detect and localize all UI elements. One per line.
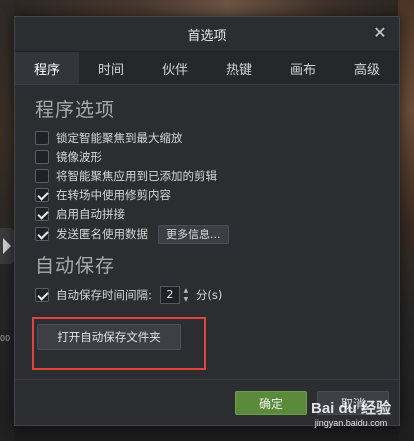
- program-options-heading: 程序选项: [35, 99, 116, 121]
- checkbox-apply-smart-focus[interactable]: [35, 168, 49, 183]
- tab-program[interactable]: 程序: [15, 52, 79, 84]
- background-video-frame-left: [0, 0, 14, 441]
- option-send-anonymous-data: 发送匿名使用数据 更多信息...: [35, 223, 379, 245]
- background-video-frame-right: [398, 0, 414, 441]
- autosave-heading: 自动保存: [35, 255, 116, 277]
- option-mirror-waveform: 镜像波形: [35, 147, 379, 166]
- watermark-logo: Bai du 经验: [310, 400, 391, 417]
- background-play-icon: [0, 228, 14, 264]
- option-autosave-interval: 自动保存时间间隔: 2 ▲ ▼ 分(s): [35, 284, 379, 306]
- option-auto-stitch: 启用自动拼接: [35, 204, 379, 223]
- tab-hotkeys[interactable]: 热键: [207, 52, 271, 84]
- stepper-down-icon[interactable]: ▼: [181, 295, 191, 304]
- option-label: 在转场中使用修剪内容: [56, 187, 171, 202]
- autosave-interval-input[interactable]: 2: [159, 286, 180, 304]
- option-label: 启用自动拼接: [56, 206, 125, 221]
- background-video-frame-top: [0, 0, 414, 16]
- tab-time[interactable]: 时间: [79, 52, 143, 84]
- autosave-interval-stepper: 2 ▲ ▼: [159, 286, 191, 304]
- close-icon[interactable]: ✕: [371, 24, 389, 42]
- tab-bar: 程序 时间 伙伴 热键 画布 高级: [15, 51, 399, 85]
- tab-partner[interactable]: 伙伴: [143, 52, 207, 84]
- checkbox-lock-smart-focus[interactable]: [35, 130, 49, 145]
- checkbox-auto-stitch[interactable]: [35, 206, 49, 221]
- dialog-titlebar: 首选项 ✕: [15, 17, 399, 51]
- option-label: 发送匿名使用数据: [56, 227, 148, 241]
- stepper-up-icon[interactable]: ▲: [181, 286, 191, 295]
- dialog-title: 首选项: [187, 29, 227, 44]
- watermark-url: jingyan.baidu.com: [314, 418, 388, 428]
- background-timeline-time: 00: [0, 334, 11, 343]
- tab-advanced[interactable]: 高级: [335, 52, 399, 84]
- checkbox-autosave-interval[interactable]: [35, 288, 49, 302]
- checkbox-trim-in-transitions[interactable]: [35, 187, 49, 202]
- option-trim-in-transitions: 在转场中使用修剪内容: [35, 185, 379, 204]
- baidu-watermark: Bai du 经验 jingyan.baidu.com: [292, 397, 410, 437]
- option-label: 锁定智能聚焦到最大缩放: [56, 130, 183, 145]
- option-label: 镜像波形: [56, 149, 102, 164]
- program-tab-content: 程序选项 锁定智能聚焦到最大缩放 镜像波形 将智能聚焦应用到已添加的剪辑 在转场…: [15, 85, 399, 306]
- preferences-dialog: 首选项 ✕ 程序 时间 伙伴 热键 画布 高级 程序选项 锁定智能聚焦到最大缩放…: [14, 16, 400, 426]
- tab-canvas[interactable]: 画布: [271, 52, 335, 84]
- stepper-arrows: ▲ ▼: [181, 286, 191, 304]
- more-info-button[interactable]: 更多信息...: [158, 224, 229, 244]
- autosave-interval-unit: 分(s): [195, 288, 223, 302]
- checkbox-mirror-waveform[interactable]: [35, 149, 49, 164]
- checkbox-send-anonymous-data[interactable]: [35, 227, 49, 241]
- autosave-interval-label: 自动保存时间间隔:: [56, 288, 152, 302]
- option-apply-smart-focus: 将智能聚焦应用到已添加的剪辑: [35, 166, 379, 185]
- footer-divider: [15, 379, 399, 380]
- open-autosave-folder-button[interactable]: 打开自动保存文件夹: [37, 324, 181, 350]
- option-lock-smart-focus: 锁定智能聚焦到最大缩放: [35, 128, 379, 147]
- option-label: 将智能聚焦应用到已添加的剪辑: [56, 168, 217, 183]
